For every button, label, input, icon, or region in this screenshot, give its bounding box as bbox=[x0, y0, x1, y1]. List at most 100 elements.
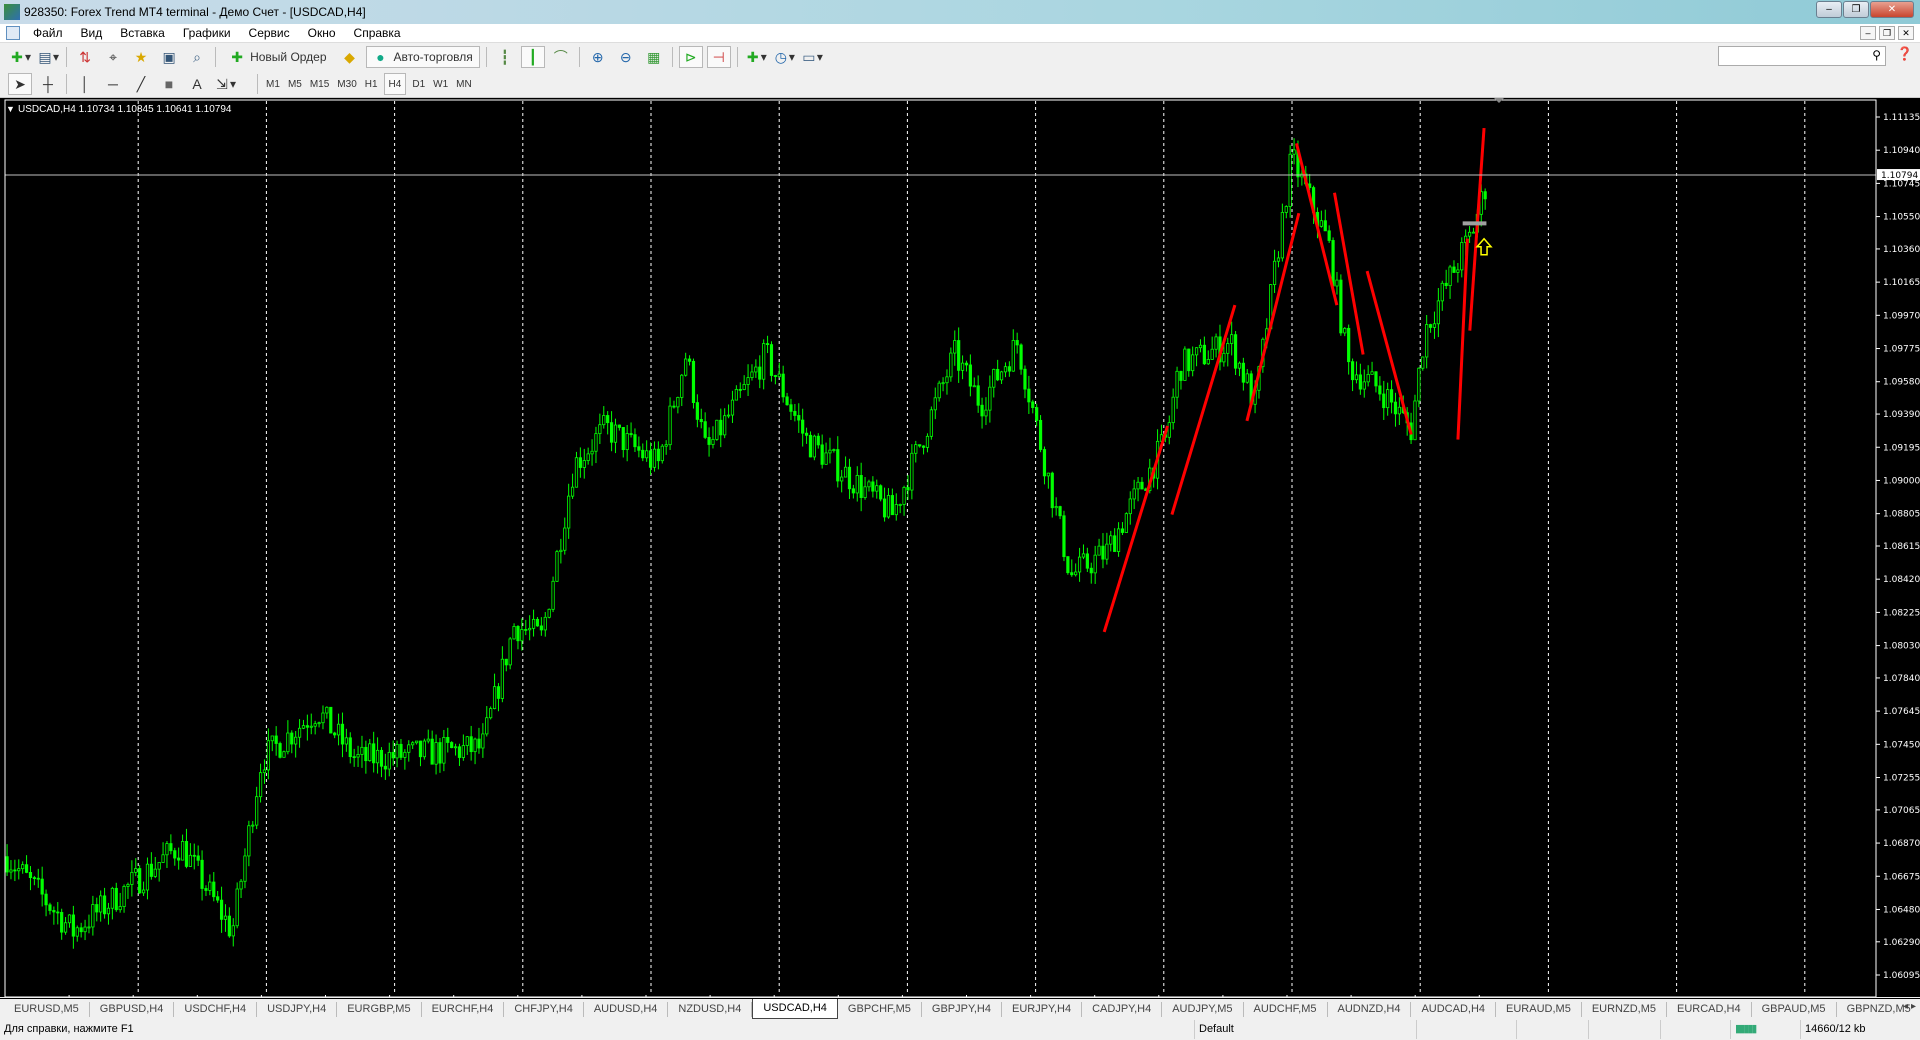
menu-tools[interactable]: Сервис bbox=[240, 26, 299, 40]
help-icon[interactable]: ❓ bbox=[1894, 46, 1916, 66]
status-empty bbox=[1589, 1020, 1661, 1039]
timeframe-h4[interactable]: H4 bbox=[383, 73, 407, 95]
candle-body bbox=[309, 725, 313, 728]
mdi-restore-button[interactable]: ❐ bbox=[1879, 26, 1895, 40]
chart-window[interactable]: 1.11135 1.10940 1.10745 1.10550 1.10360 1.101… bbox=[0, 98, 1920, 997]
tab-audnzd-h4[interactable]: AUDNZD,H4 bbox=[1328, 1001, 1412, 1017]
minimize-button[interactable]: – bbox=[1816, 1, 1842, 18]
candle-body bbox=[512, 625, 516, 640]
mdi-close-button[interactable]: ✕ bbox=[1898, 26, 1914, 40]
timeframe-m5[interactable]: M5 bbox=[284, 79, 306, 90]
timeframe-d1[interactable]: D1 bbox=[408, 79, 429, 90]
tab-eurchf-h4[interactable]: EURCHF,H4 bbox=[422, 1001, 505, 1017]
zoom-out-button[interactable]: ⊖ bbox=[614, 46, 638, 68]
tab-audusd-h4[interactable]: AUDUSD,H4 bbox=[584, 1001, 669, 1017]
candle-body bbox=[95, 904, 99, 913]
tab-eurusd-m5[interactable]: EURUSD,M5 bbox=[4, 1001, 90, 1017]
tab-eurcad-h4[interactable]: EURCAD,H4 bbox=[1667, 1001, 1752, 1017]
auto-scroll-button[interactable]: ⊳ bbox=[678, 46, 703, 68]
zoom-in-button[interactable]: ⊕ bbox=[586, 46, 610, 68]
price-tick-label: 1.10360 bbox=[1883, 245, 1920, 255]
tab-scroll-arrows[interactable]: ◂ ▸ bbox=[1903, 1001, 1916, 1012]
price-tick-label: 1.07450 bbox=[1883, 740, 1920, 750]
menu-window[interactable]: Окно bbox=[299, 26, 345, 40]
tab-gbpaud-m5[interactable]: GBPAUD,M5 bbox=[1752, 1001, 1837, 1017]
tab-eurgbp-m5[interactable]: EURGBP,M5 bbox=[337, 1001, 422, 1017]
menu-view[interactable]: Вид bbox=[72, 26, 112, 40]
close-button[interactable]: ✕ bbox=[1870, 1, 1914, 18]
candle-body bbox=[520, 629, 524, 642]
timeframe-m30[interactable]: M30 bbox=[333, 79, 360, 90]
rectangle-button[interactable]: ■ bbox=[157, 73, 181, 95]
candle-body bbox=[184, 840, 189, 867]
tab-usdchf-h4[interactable]: USDCHF,H4 bbox=[174, 1001, 258, 1017]
terminal-button[interactable]: ▣ bbox=[157, 46, 181, 68]
candle-body bbox=[1175, 370, 1179, 398]
timeframe-m1[interactable]: M1 bbox=[262, 79, 284, 90]
tab-eurjpy-h4[interactable]: EURJPY,H4 bbox=[1002, 1001, 1083, 1017]
timeframe-h1[interactable]: H1 bbox=[361, 79, 382, 90]
data-window-button[interactable]: ⌖ bbox=[101, 46, 125, 68]
document-icon[interactable] bbox=[6, 26, 20, 40]
timeframe-w1[interactable]: W1 bbox=[429, 79, 452, 90]
tab-usdcad-h4[interactable]: USDCAD,H4 bbox=[752, 999, 838, 1019]
chart-shift-button[interactable]: ⊣ bbox=[706, 46, 731, 68]
tab-gbpjpy-h4[interactable]: GBPJPY,H4 bbox=[922, 1001, 1002, 1017]
navigator-button[interactable]: ★ bbox=[129, 46, 153, 68]
cursor-button[interactable]: ➤ bbox=[8, 73, 32, 95]
zigzag-segment bbox=[1365, 270, 1413, 435]
menu-charts[interactable]: Графики bbox=[174, 26, 240, 40]
chart-menu-triangle-icon[interactable]: ▼ bbox=[6, 104, 15, 114]
candle-body bbox=[173, 850, 177, 859]
arrows-button[interactable]: ⇲ ▾ bbox=[213, 73, 237, 95]
profiles-button[interactable]: ▤ ▾ bbox=[36, 46, 60, 68]
candle-body bbox=[847, 466, 852, 490]
trendline-button[interactable]: ╱ bbox=[129, 73, 153, 95]
line-chart-button[interactable]: ⌒ bbox=[549, 46, 573, 68]
candlestick-button[interactable]: ┃ bbox=[520, 46, 545, 68]
autotrading-button[interactable]: ● Авто-торговля bbox=[365, 46, 480, 68]
search-input[interactable] bbox=[1719, 47, 1859, 65]
maximize-button[interactable]: ❐ bbox=[1843, 1, 1869, 18]
market-watch-button[interactable]: ⇅ bbox=[73, 46, 97, 68]
text-button[interactable]: A bbox=[185, 73, 209, 95]
tab-chfjpy-h4[interactable]: CHFJPY,H4 bbox=[504, 1001, 584, 1017]
crosshair-button[interactable]: ┼ bbox=[36, 73, 60, 95]
vertical-line-button[interactable]: │ bbox=[73, 73, 97, 95]
strategy-tester-button[interactable]: ⌕ bbox=[185, 46, 209, 68]
tab-gbpchf-m5[interactable]: GBPCHF,M5 bbox=[838, 1001, 922, 1017]
mdi-minimize-button[interactable]: – bbox=[1860, 26, 1876, 40]
tab-eurnzd-m5[interactable]: EURNZD,M5 bbox=[1582, 1001, 1667, 1017]
timeframe-m15[interactable]: M15 bbox=[306, 79, 333, 90]
profiles-icon: ▤ bbox=[38, 49, 52, 65]
new-order-button[interactable]: ✚ Новый Ордер bbox=[222, 46, 333, 68]
price-chart[interactable]: 1.111351.109401.107451.105501.103601.101… bbox=[0, 98, 1920, 997]
candle-body bbox=[551, 580, 555, 610]
tab-euraud-m5[interactable]: EURAUD,M5 bbox=[1496, 1001, 1582, 1017]
search-box[interactable]: ⚲ bbox=[1718, 46, 1886, 66]
menu-help[interactable]: Справка bbox=[345, 26, 410, 40]
periods-button[interactable]: ◷ ▾ bbox=[772, 46, 796, 68]
tab-audcad-h4[interactable]: AUDCAD,H4 bbox=[1411, 1001, 1497, 1017]
horizontal-line-button[interactable]: ─ bbox=[101, 73, 125, 95]
search-icon[interactable]: ⚲ bbox=[1872, 48, 1881, 62]
candle-body bbox=[840, 476, 844, 482]
status-help: Для справки, нажмите F1 bbox=[0, 1020, 1195, 1039]
tab-usdjpy-h4[interactable]: USDJPY,H4 bbox=[257, 1001, 338, 1017]
timeframe-mn[interactable]: MN bbox=[452, 79, 476, 90]
bar-chart-button[interactable]: ┇ bbox=[493, 46, 517, 68]
tab-gbpusd-h4[interactable]: GBPUSD,H4 bbox=[90, 1001, 175, 1017]
menu-insert[interactable]: Вставка bbox=[111, 26, 174, 40]
new-chart-button[interactable]: ✚ ▾ bbox=[8, 46, 32, 68]
indicators-button[interactable]: ✚ ▾ bbox=[744, 46, 768, 68]
templates-button[interactable]: ▭ ▾ bbox=[800, 46, 824, 68]
tab-audchf-m5[interactable]: AUDCHF,M5 bbox=[1244, 1001, 1328, 1017]
tab-nzdusd-h4[interactable]: NZDUSD,H4 bbox=[668, 1001, 753, 1017]
metaeditor-button[interactable]: ◆ bbox=[338, 46, 362, 68]
price-tick-label: 1.09390 bbox=[1883, 410, 1920, 420]
tab-cadjpy-h4[interactable]: CADJPY,H4 bbox=[1082, 1001, 1163, 1017]
menu-file[interactable]: Файл bbox=[24, 26, 72, 40]
candle-body bbox=[1226, 343, 1230, 354]
tab-audjpy-m5[interactable]: AUDJPY,M5 bbox=[1162, 1001, 1244, 1017]
tile-windows-button[interactable]: ▦ bbox=[642, 46, 666, 68]
